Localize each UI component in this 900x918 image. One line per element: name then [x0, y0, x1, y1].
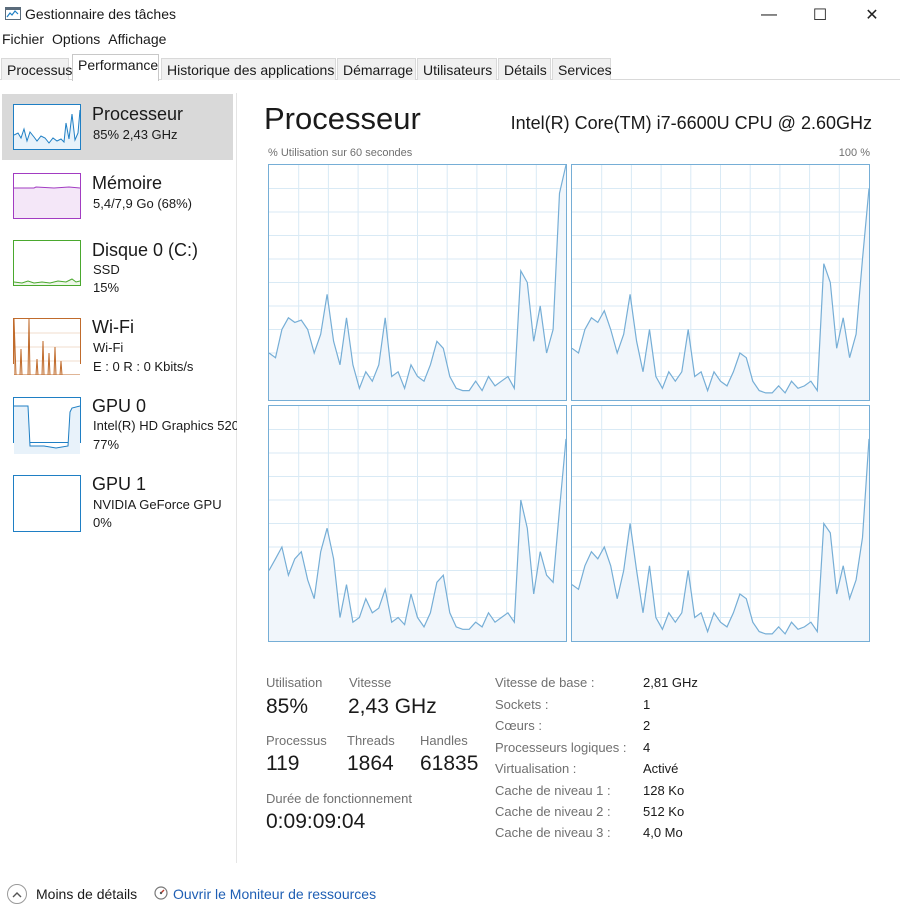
close-icon: ✕ [865, 7, 879, 24]
sidebar-item-type: Intel(R) HD Graphics 520 [93, 418, 237, 433]
tab-utilisateurs[interactable]: Utilisateurs [417, 58, 497, 80]
sidebar-item-value: 0% [93, 515, 112, 530]
page-title: Processeur [264, 101, 421, 136]
menu-fichier[interactable]: Fichier [2, 31, 44, 51]
disk-mini-graph [13, 240, 81, 286]
sidebar-item-wifi[interactable]: Wi-Fi Wi-Fi E : 0 R : 0 Kbits/s [2, 309, 233, 375]
menu-affichage[interactable]: Affichage [108, 31, 166, 51]
info-value: 2 [643, 718, 651, 733]
cpu-graph-svg [269, 165, 566, 400]
info-value: 1 [643, 697, 651, 712]
info-value: 4 [643, 740, 651, 755]
threads-value: 1864 [347, 752, 394, 775]
resource-monitor-link[interactable]: Ouvrir le Moniteur de ressources [173, 886, 376, 902]
info-value: 4,0 Mo [643, 825, 683, 840]
info-value: 512 Ko [643, 804, 685, 819]
graph-max-label: 100 % [838, 147, 870, 159]
sidebar-item-type: Wi-Fi [93, 340, 124, 355]
cpu-graph-svg [572, 406, 869, 641]
maximize-button[interactable]: ☐ [797, 0, 843, 30]
tab-processus[interactable]: Processus [1, 58, 72, 80]
cpu-graph-core-3 [571, 405, 870, 642]
utilisation-label: Utilisation [266, 675, 323, 690]
info-label: Cœurs : [495, 718, 542, 733]
tab-strip: Processus Performance Historique des app… [0, 54, 900, 81]
info-value: 128 Ko [643, 783, 685, 798]
gpu0-mini-graph [13, 397, 81, 454]
sidebar-item-label: Wi-Fi [92, 317, 134, 337]
close-button[interactable]: ✕ [849, 0, 895, 30]
less-details-button[interactable] [7, 884, 27, 904]
cpu-mini-graph [13, 104, 81, 150]
uptime-value: 0:09:09:04 [266, 810, 366, 833]
sidebar-item-value: E : 0 R : 0 Kbits/s [93, 359, 194, 374]
tab-historique[interactable]: Historique des applications [161, 58, 336, 80]
threads-label: Threads [347, 733, 395, 748]
handles-label: Handles [420, 733, 468, 748]
window-title: Gestionnaire des tâches [25, 6, 176, 22]
info-value: 2,81 GHz [643, 675, 698, 690]
tab-services[interactable]: Services [552, 58, 612, 80]
cpu-graph-svg [572, 165, 869, 400]
wifi-mini-graph [13, 318, 81, 375]
info-label: Vitesse de base : [495, 675, 595, 690]
menu-bar: Fichier Options Affichage [0, 31, 172, 51]
sidebar-item-memoire[interactable]: Mémoire 5,4/7,9 Go (68%) [2, 163, 233, 229]
sidebar-item-value: 15% [93, 280, 120, 295]
sidebar-item-label: GPU 0 [92, 396, 147, 416]
sidebar-item-label: GPU 1 [92, 474, 147, 494]
chevron-up-icon [12, 891, 22, 897]
processus-value: 119 [266, 752, 300, 775]
info-label: Cache de niveau 2 : [495, 804, 611, 819]
minimize-button[interactable]: — [746, 0, 792, 30]
sidebar-item-value: 85% 2,43 GHz [93, 127, 178, 142]
maximize-icon: ☐ [812, 7, 828, 24]
gpu1-mini-graph [13, 475, 81, 532]
sidebar-item-label: Disque 0 (C:) [92, 240, 199, 260]
minimize-icon: — [761, 6, 777, 23]
processus-label: Processus [266, 733, 327, 748]
sidebar-item-processeur[interactable]: Processeur 85% 2,43 GHz [2, 94, 233, 160]
tab-demarrage[interactable]: Démarrage [337, 58, 416, 80]
info-label: Cache de niveau 3 : [495, 825, 611, 840]
utilisation-value: 85% [266, 695, 309, 718]
less-details-link[interactable]: Moins de détails [36, 886, 137, 902]
info-label: Virtualisation : [495, 761, 577, 776]
uptime-label: Durée de fonctionnement [266, 791, 412, 806]
info-label: Cache de niveau 1 : [495, 783, 611, 798]
sidebar-item-label: Processeur [92, 104, 184, 124]
handles-value: 61835 [420, 752, 479, 775]
resource-monitor-icon [154, 886, 168, 900]
tab-performance[interactable]: Performance [72, 54, 159, 81]
info-label: Sockets : [495, 697, 549, 712]
cpu-graph-core-2 [268, 405, 567, 642]
tab-details[interactable]: Détails [498, 58, 551, 80]
memory-mini-graph [13, 173, 81, 219]
title-bar: Gestionnaire des tâches — ☐ ✕ [0, 0, 900, 30]
bottom-bar: Moins de détails Ouvrir le Moniteur de r… [0, 880, 900, 910]
vitesse-label: Vitesse [349, 675, 392, 690]
sidebar-item-value: 5,4/7,9 Go (68%) [93, 196, 192, 211]
vitesse-value: 2,43 GHz [348, 695, 437, 718]
info-label: Processeurs logiques : [495, 740, 627, 755]
cpu-graph-core-0 [268, 164, 567, 401]
sidebar-item-gpu1[interactable]: GPU 1 NVIDIA GeForce GPU 0% [2, 466, 233, 532]
sidebar-item-disque[interactable]: Disque 0 (C:) SSD 15% [2, 231, 233, 297]
sidebar-item-type: NVIDIA GeForce GPU [93, 497, 222, 512]
cpu-graph-svg [269, 406, 566, 641]
task-manager-icon [5, 7, 21, 20]
cpu-graph-core-1 [571, 164, 870, 401]
sidebar-item-type: SSD [93, 262, 120, 277]
sidebar-item-label: Mémoire [92, 173, 163, 193]
sidebar-item-value: 77% [93, 437, 120, 452]
cpu-model: Intel(R) Core(TM) i7-6600U CPU @ 2.60GHz [510, 113, 872, 133]
resource-sidebar: Processeur 85% 2,43 GHz Mémoire 5,4/7,9 … [0, 93, 237, 863]
graph-caption: % Utilisation sur 60 secondes [268, 147, 413, 159]
menu-options[interactable]: Options [52, 31, 100, 51]
sidebar-item-gpu0[interactable]: GPU 0 Intel(R) HD Graphics 520 77% [2, 388, 237, 454]
info-value: Activé [643, 761, 679, 776]
